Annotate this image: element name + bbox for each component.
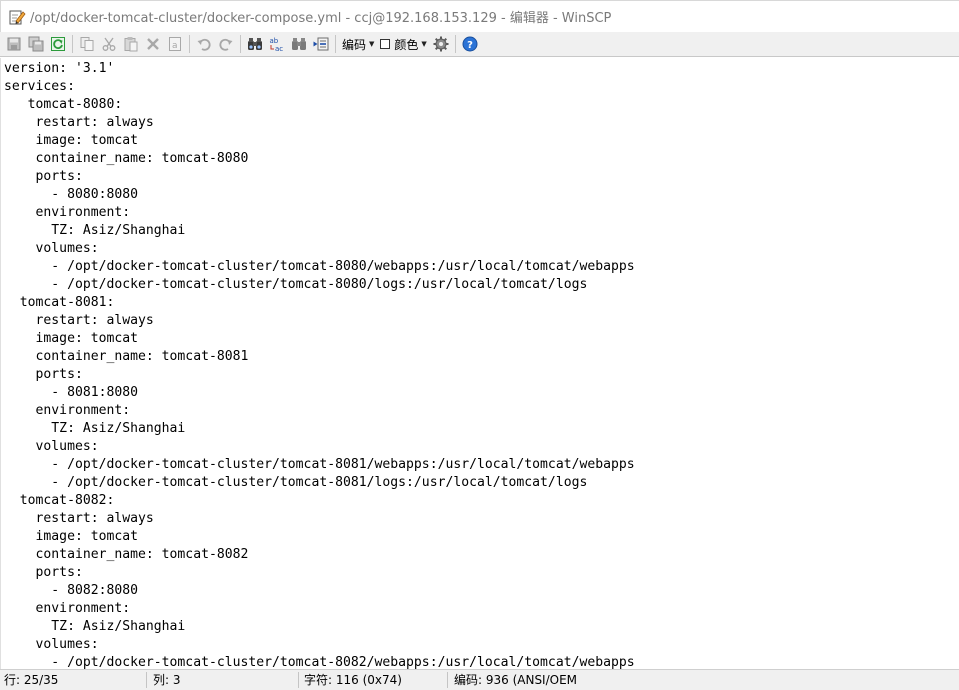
code-line[interactable]: restart: always (4, 114, 959, 132)
status-line: 行: 25/35 (4, 673, 59, 687)
code-line[interactable]: ports: (4, 564, 959, 582)
status-column: 列: 3 (153, 673, 181, 687)
status-char: 字符: 116 (0x74) (304, 673, 402, 687)
find-icon (248, 38, 262, 50)
code-line[interactable]: restart: always (4, 510, 959, 528)
goto-line-button[interactable] (310, 33, 332, 55)
save-all-button[interactable] (25, 33, 47, 55)
encoding-label: 编码 (342, 37, 367, 52)
select-all-icon: a (169, 37, 181, 51)
code-line[interactable]: - /opt/docker-tomcat-cluster/tomcat-8081… (4, 474, 959, 492)
code-line[interactable]: - /opt/docker-tomcat-cluster/tomcat-8081… (4, 456, 959, 474)
code-line[interactable]: image: tomcat (4, 330, 959, 348)
undo-button[interactable] (193, 33, 215, 55)
help-icon: ? (462, 36, 478, 52)
svg-text:ab: ab (270, 37, 279, 45)
status-bar: 行: 25/35 列: 3 字符: 116 (0x74) 编码: 936 (AN… (0, 669, 959, 690)
code-line[interactable]: restart: always (4, 312, 959, 330)
cut-button[interactable] (98, 33, 120, 55)
code-line[interactable]: environment: (4, 204, 959, 222)
delete-icon (147, 38, 159, 50)
code-line[interactable]: container_name: tomcat-8080 (4, 150, 959, 168)
replace-icon: abac (270, 37, 284, 52)
encoding-dropdown[interactable]: 编码 ▼ (339, 33, 377, 55)
copy-icon (80, 37, 94, 51)
chevron-down-icon: ▼ (369, 40, 375, 48)
title-bar: /opt/docker-tomcat-cluster/docker-compos… (0, 0, 959, 32)
code-line[interactable]: - 8081:8080 (4, 384, 959, 402)
status-separator (146, 672, 147, 688)
color-dropdown[interactable]: 颜色 ▼ (377, 33, 429, 55)
find-button[interactable] (244, 33, 266, 55)
code-line[interactable]: TZ: Asiz/Shanghai (4, 618, 959, 636)
save-all-icon (28, 36, 44, 52)
color-checkbox[interactable] (380, 39, 391, 49)
code-line[interactable]: TZ: Asiz/Shanghai (4, 222, 959, 240)
code-line[interactable]: tomcat-8081: (4, 294, 959, 312)
redo-button[interactable] (215, 33, 237, 55)
text-editor[interactable]: version: '3.1' services: tomcat-8080: res… (0, 58, 959, 669)
code-line[interactable]: version: '3.1' (4, 60, 959, 78)
chevron-down-icon: ▼ (421, 40, 427, 48)
code-line[interactable]: tomcat-8082: (4, 492, 959, 510)
code-line[interactable]: environment: (4, 402, 959, 420)
code-line[interactable]: TZ: Asiz/Shanghai (4, 420, 959, 438)
color-label: 颜色 (394, 37, 419, 52)
toolbar-separator (335, 35, 336, 53)
paste-button[interactable] (120, 33, 142, 55)
code-line[interactable]: image: tomcat (4, 132, 959, 150)
toolbar-separator (240, 35, 241, 53)
code-line[interactable]: volumes: (4, 636, 959, 654)
cut-icon (102, 37, 116, 51)
code-line[interactable]: tomcat-8080: (4, 96, 959, 114)
status-separator (447, 672, 448, 688)
code-line[interactable]: - 8080:8080 (4, 186, 959, 204)
save-button[interactable] (3, 33, 25, 55)
svg-text:ac: ac (275, 45, 283, 52)
edit-document-icon (9, 10, 26, 24)
reload-icon (51, 37, 65, 51)
toolbar-separator (72, 35, 73, 53)
code-line[interactable]: volumes: (4, 240, 959, 258)
toolbar-separator (189, 35, 190, 53)
select-all-button[interactable]: a (164, 33, 186, 55)
code-line[interactable]: image: tomcat (4, 528, 959, 546)
code-line[interactable]: - /opt/docker-tomcat-cluster/tomcat-8080… (4, 258, 959, 276)
code-line[interactable]: services: (4, 78, 959, 96)
delete-button[interactable] (142, 33, 164, 55)
save-icon (7, 37, 21, 51)
toolbar-separator (454, 35, 456, 53)
redo-icon (219, 38, 233, 51)
find-next-button[interactable] (288, 33, 310, 55)
svg-text:a: a (172, 41, 178, 51)
help-button[interactable]: ? (459, 33, 481, 55)
replace-button[interactable]: ab ac (266, 33, 288, 55)
status-separator (298, 672, 299, 688)
code-line[interactable]: environment: (4, 600, 959, 618)
code-line[interactable]: volumes: (4, 438, 959, 456)
code-line[interactable]: - 8082:8080 (4, 582, 959, 600)
undo-icon (197, 38, 211, 51)
settings-icon (433, 36, 449, 52)
paste-icon (124, 37, 138, 52)
goto-line-icon (313, 37, 329, 51)
code-line[interactable]: container_name: tomcat-8081 (4, 348, 959, 366)
code-content[interactable]: version: '3.1' services: tomcat-8080: res… (1, 58, 959, 669)
toolbar: a ab ac 编码 ▼ 颜色 ▼ ? (0, 32, 959, 57)
code-line[interactable]: - /opt/docker-tomcat-cluster/tomcat-8080… (4, 276, 959, 294)
find-next-icon (292, 38, 306, 50)
code-line[interactable]: ports: (4, 366, 959, 384)
reload-button[interactable] (47, 33, 69, 55)
code-line[interactable]: - /opt/docker-tomcat-cluster/tomcat-8082… (4, 654, 959, 669)
status-encoding: 编码: 936 (ANSI/OEM (454, 673, 578, 687)
svg-text:?: ? (467, 40, 473, 51)
window-title: /opt/docker-tomcat-cluster/docker-compos… (30, 11, 612, 26)
copy-button[interactable] (76, 33, 98, 55)
code-line[interactable]: container_name: tomcat-8082 (4, 546, 959, 564)
code-line[interactable]: ports: (4, 168, 959, 186)
settings-button[interactable] (430, 33, 452, 55)
